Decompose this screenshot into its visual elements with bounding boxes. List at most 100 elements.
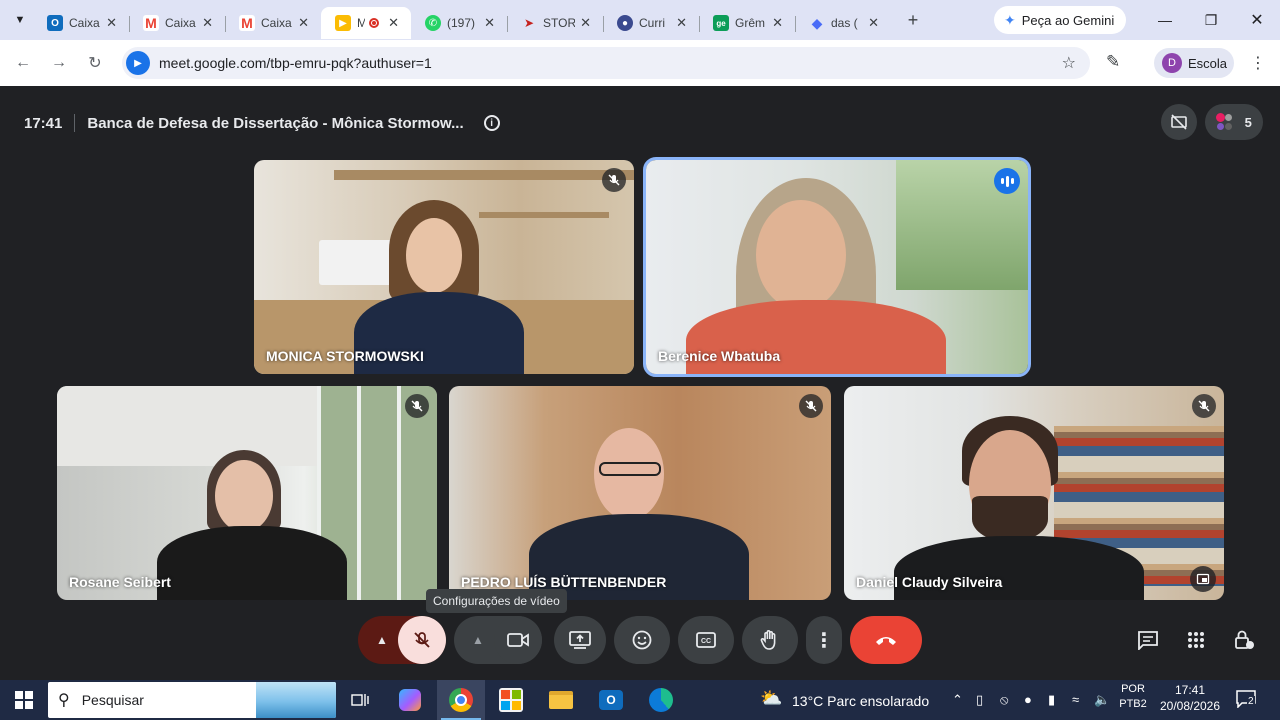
tab-close-icon[interactable]: ✕ [106, 15, 117, 31]
mic-off-icon [1192, 394, 1216, 418]
recording-icon [369, 18, 379, 28]
edge-icon[interactable] [637, 680, 685, 720]
leave-call-button[interactable] [850, 616, 922, 664]
host-controls-button[interactable] [1230, 626, 1258, 654]
tab-diamond[interactable]: ◆ das ( ✕ [795, 7, 891, 39]
reload-icon[interactable]: ↻ [80, 48, 110, 78]
participant-tile-daniel[interactable]: Daniel Claudy Silveira [844, 386, 1224, 600]
participant-name: Rosane Seibert [69, 574, 171, 590]
info-icon[interactable]: i [483, 115, 500, 131]
taskbar-search[interactable]: ⚲ Pesquisar [48, 682, 336, 718]
minimize-button[interactable]: — [1142, 0, 1188, 40]
tab-close-icon[interactable]: ✕ [676, 15, 687, 31]
new-tab-button[interactable]: + [899, 6, 927, 34]
tab-gmail-1[interactable]: M Caixa ✕ [129, 7, 225, 39]
show-hidden-icons-chevron-icon[interactable]: ⌃ [952, 692, 963, 708]
wifi-icon[interactable]: ≈ [1072, 692, 1079, 707]
stor-icon: ➤ [523, 16, 535, 30]
participant-tile-pedro[interactable]: PEDRO LUÍS BÜTTENBENDER [449, 386, 831, 600]
meeting-time: 17:41 [24, 114, 63, 132]
tab-stor[interactable]: ➤ STOR ✕ [507, 7, 603, 39]
gemini-button[interactable]: ✦ Peça ao Gemini [994, 6, 1126, 34]
participant-tile-rosane[interactable]: Rosane Seibert [57, 386, 437, 600]
battery-icon[interactable]: ▮ [1048, 692, 1055, 708]
tab-lattes[interactable]: ● Curri ✕ [603, 7, 699, 39]
captions-off-icon[interactable] [1161, 104, 1197, 140]
windows-start-icon[interactable] [0, 680, 48, 720]
site-camera-icon[interactable]: ▶ [126, 51, 150, 75]
raise-hand-button[interactable] [742, 616, 798, 664]
video-options-chevron-icon[interactable]: ▲ [472, 633, 484, 647]
present-screen-icon [569, 631, 591, 649]
speaking-indicator-icon [994, 168, 1020, 194]
tab-close-icon[interactable]: ✕ [484, 15, 495, 31]
address-bar[interactable]: ▶ meet.google.com/tbp-emru-pqk?authuser=… [122, 47, 1090, 79]
participant-tile-monica[interactable]: MONICA STORMOWSKI [254, 160, 634, 374]
tab-close-icon[interactable]: ✕ [868, 15, 879, 31]
mic-toggle-button[interactable] [398, 616, 446, 664]
video-settings-tooltip: Configurações de vídeo [426, 589, 567, 613]
device-icon[interactable]: ▯ [976, 692, 983, 708]
reactions-button[interactable] [614, 616, 670, 664]
activities-button[interactable] [1182, 626, 1210, 654]
person-face [215, 460, 273, 532]
tab-whatsapp[interactable]: ✆ (197) ✕ [411, 7, 507, 39]
tab-gmail-2[interactable]: M Caixa ✕ [225, 7, 321, 39]
browser-toolbar: ← → ↻ ▶ meet.google.com/tbp-emru-pqk?aut… [0, 40, 1280, 86]
person-body [894, 536, 1144, 600]
back-arrow-icon[interactable]: ← [8, 48, 38, 78]
close-window-button[interactable]: ✕ [1234, 0, 1280, 40]
tab-close-icon[interactable]: ✕ [772, 15, 783, 31]
tab-close-icon[interactable]: ✕ [298, 15, 309, 31]
volume-icon[interactable]: 🔈 [1094, 692, 1110, 708]
url-text[interactable]: meet.google.com/tbp-emru-pqk?authuser=1 [159, 55, 432, 71]
tab-close-icon[interactable]: ✕ [580, 15, 591, 31]
more-options-button[interactable]: ⋮ [806, 616, 842, 664]
restore-button[interactable]: ❐ [1188, 0, 1234, 40]
notifications-icon[interactable]: 2 [1236, 690, 1258, 710]
mic-off-icon [602, 168, 626, 192]
browser-menu-icon[interactable]: ⋮ [1250, 53, 1266, 73]
apps-grid-icon [1188, 632, 1204, 648]
diamond-icon: ◆ [811, 14, 823, 31]
bookmark-star-icon[interactable]: ☆ [1062, 53, 1076, 73]
tab-title: STOR [543, 16, 575, 30]
microphone-tray-icon[interactable]: ● [1024, 692, 1032, 707]
meeting-title: Banca de Defesa de Dissertação - Mônica … [87, 114, 464, 132]
search-highlight-image [256, 682, 336, 718]
language-indicator[interactable]: POR PTB2 [1116, 683, 1150, 710]
notification-count: 2 [1247, 696, 1255, 707]
participant-tile-berenice[interactable]: Berenice Wbatuba [643, 157, 1031, 377]
tab-close-icon[interactable]: ✕ [388, 15, 399, 31]
participants-button[interactable]: 5 [1205, 104, 1263, 140]
profile-button[interactable]: D Escola [1154, 48, 1234, 78]
person-face [406, 218, 462, 293]
participant-name: MONICA STORMOWSKI [266, 348, 424, 364]
task-view-icon[interactable] [336, 680, 384, 720]
tab-meet[interactable]: ▶ M ✕ [321, 7, 411, 39]
chrome-taskbar-icon[interactable] [437, 680, 485, 720]
mic-options-chevron-icon[interactable]: ▲ [376, 633, 388, 647]
weather-text[interactable]: 13°C Parc ensolarado [792, 693, 929, 709]
picture-in-picture-icon[interactable] [1190, 566, 1216, 592]
tab-outlook[interactable]: O Caixa ✕ [33, 7, 129, 39]
tab-search-chevron-icon[interactable]: ▼ [7, 7, 33, 33]
tab-close-icon[interactable]: ✕ [202, 15, 213, 31]
present-screen-button[interactable] [554, 616, 606, 664]
outlook-taskbar-icon[interactable]: O [587, 680, 635, 720]
weather-icon[interactable]: ⛅ [760, 688, 782, 709]
tab-title: (197) [447, 16, 476, 30]
tab-ge[interactable]: ge Grêm ✕ [699, 7, 795, 39]
camera-off-tray-icon[interactable]: ⦸ [1000, 692, 1008, 708]
whatsapp-icon: ✆ [425, 15, 441, 31]
copilot-icon[interactable] [386, 680, 434, 720]
microsoft-store-icon[interactable] [487, 680, 535, 720]
camera-toggle-button[interactable] [494, 616, 542, 664]
file-explorer-icon[interactable] [537, 680, 585, 720]
extensions-puzzle-icon[interactable]: ✎ [1106, 52, 1120, 72]
forward-arrow-icon[interactable]: → [44, 48, 74, 78]
profile-label: Escola [1188, 55, 1228, 71]
captions-button[interactable]: CC [678, 616, 734, 664]
chat-button[interactable] [1134, 626, 1162, 654]
clock[interactable]: 17:41 20/08/2026 [1154, 683, 1226, 713]
